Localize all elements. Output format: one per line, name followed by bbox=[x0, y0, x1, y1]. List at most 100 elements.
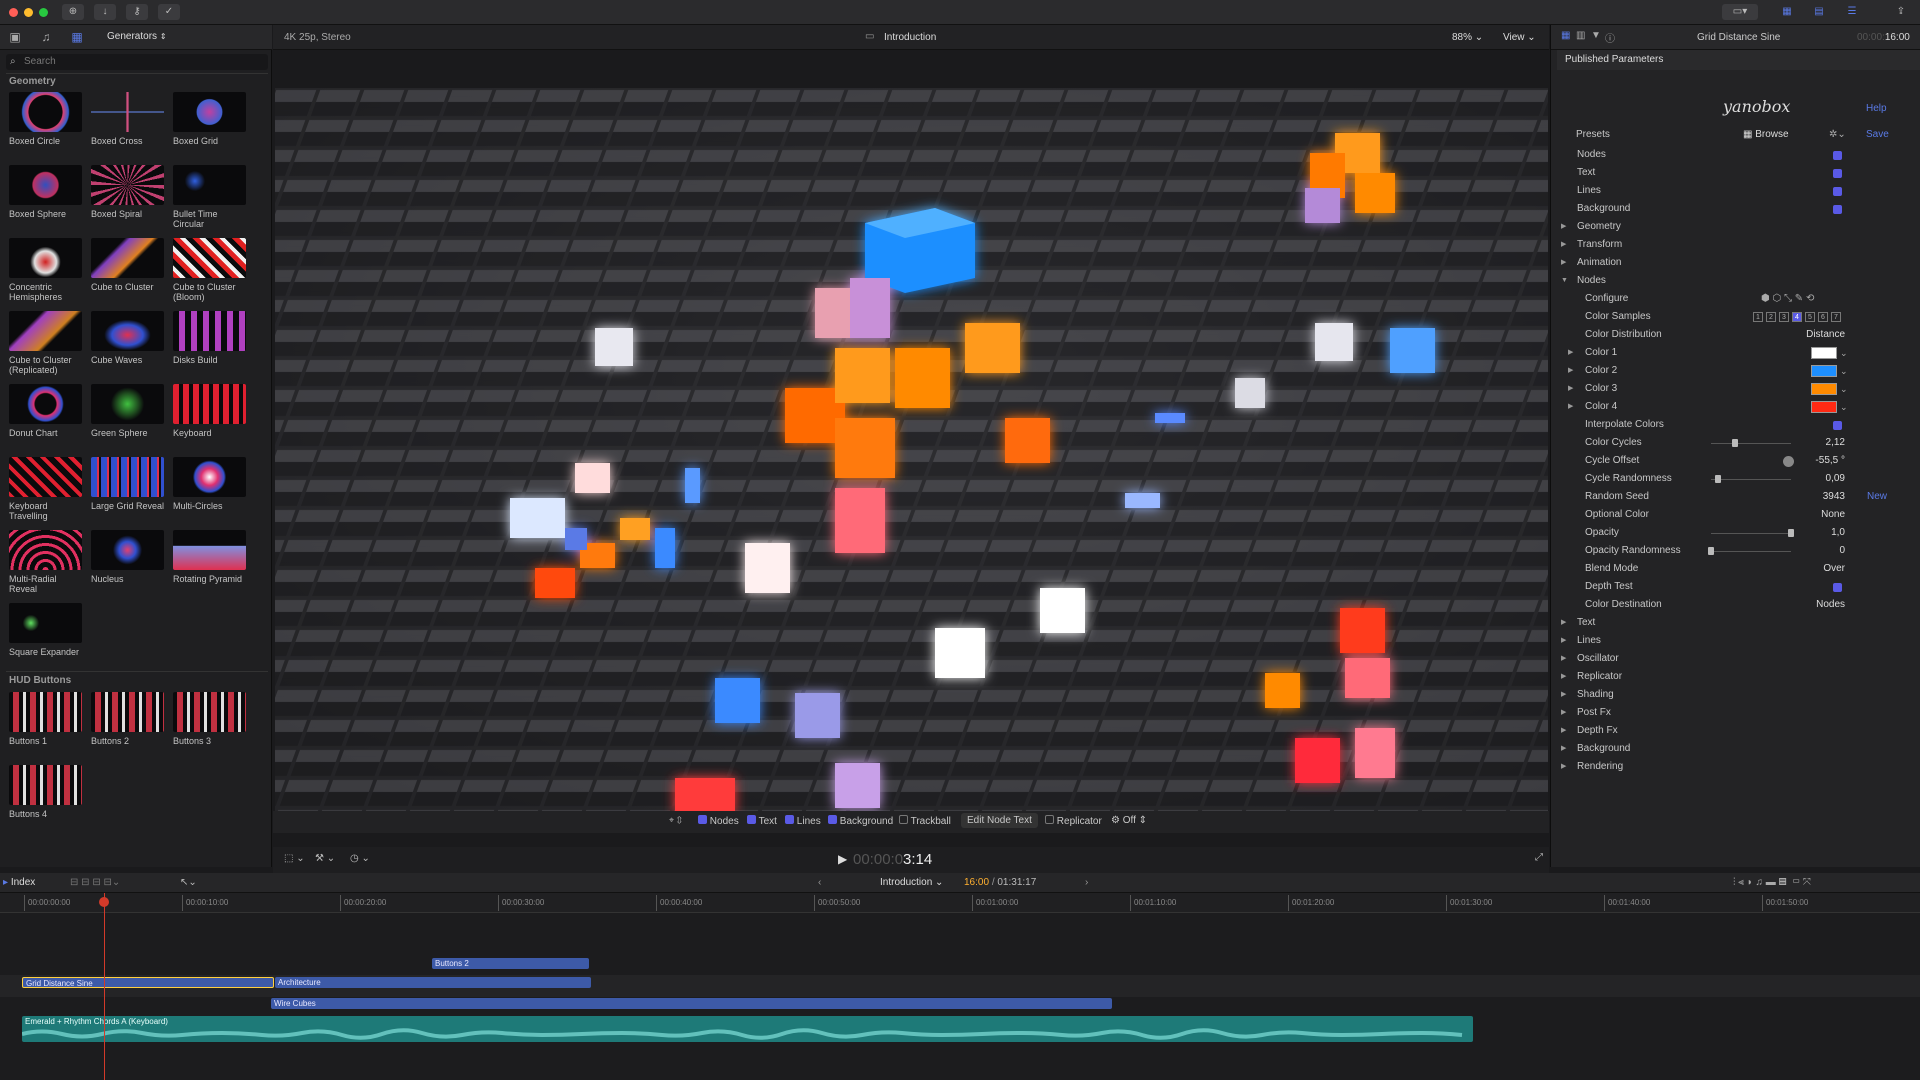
playhead-handle[interactable] bbox=[99, 897, 109, 907]
slider-knob[interactable] bbox=[1788, 529, 1794, 537]
color-swatch[interactable] bbox=[1811, 347, 1837, 359]
param-value[interactable]: 2,12 bbox=[1826, 434, 1845, 452]
param-g-background[interactable]: ▶ Background bbox=[1551, 740, 1920, 758]
color-sample-button[interactable]: 4 bbox=[1792, 312, 1802, 322]
generator-tile[interactable]: Cube to Cluster bbox=[91, 238, 167, 292]
chevron-down-icon[interactable]: ⌄ bbox=[1840, 362, 1848, 380]
generator-tile[interactable]: Boxed Cross bbox=[91, 92, 167, 146]
clip-buttons-2[interactable]: Buttons 2 bbox=[432, 958, 589, 969]
slider-track[interactable] bbox=[1711, 551, 1791, 552]
replicator-toggle[interactable]: Replicator bbox=[1045, 815, 1102, 827]
param-value[interactable]: 3943 bbox=[1823, 488, 1845, 506]
color-sample-button[interactable]: 3 bbox=[1779, 312, 1789, 322]
back-arrow-icon[interactable]: ‹ bbox=[818, 877, 821, 888]
disclosure-closed-icon[interactable]: ▶ bbox=[1561, 632, 1566, 650]
disclosure-closed-icon[interactable]: ▶ bbox=[1561, 236, 1566, 254]
disclosure-closed-icon[interactable]: ▶ bbox=[1561, 218, 1566, 236]
generator-tile[interactable]: Cube Waves bbox=[91, 311, 167, 365]
param-geometry[interactable]: ▶ Geometry bbox=[1551, 218, 1920, 236]
select-tool-icon[interactable]: ↖⌄ bbox=[180, 877, 197, 888]
param-color3[interactable]: ▶ Color 3 ⌄ bbox=[1551, 380, 1920, 398]
disclosure-closed-icon[interactable]: ▶ bbox=[1561, 254, 1566, 272]
checkmark-icon[interactable]: ✓ bbox=[158, 4, 180, 20]
enhance-tool-icon[interactable]: ⚒ ⌄ bbox=[315, 853, 335, 864]
param-value[interactable]: 1,0 bbox=[1831, 524, 1845, 542]
slider-track[interactable] bbox=[1711, 533, 1791, 534]
disclosure-closed-icon[interactable]: ▶ bbox=[1561, 614, 1566, 632]
param-transform[interactable]: ▶ Transform bbox=[1551, 236, 1920, 254]
slider-track[interactable] bbox=[1711, 443, 1791, 444]
view-menu[interactable]: View ⌄ bbox=[1503, 32, 1536, 43]
fullscreen-icon[interactable]: ⤢ bbox=[1535, 852, 1543, 863]
param-color1[interactable]: ▶ Color 1 ⌄ bbox=[1551, 344, 1920, 362]
generator-tile[interactable]: Multi-Circles bbox=[173, 457, 249, 511]
close-window-button[interactable] bbox=[9, 8, 18, 17]
generator-tile[interactable]: Large Grid Reveal bbox=[91, 457, 167, 511]
media-library-icon[interactable]: ▣ bbox=[7, 30, 23, 44]
param-value[interactable]: 0 bbox=[1839, 542, 1845, 560]
color-sample-button[interactable]: 2 bbox=[1766, 312, 1776, 322]
clip-wire-cubes[interactable]: Wire Cubes bbox=[271, 998, 1112, 1009]
checkbox[interactable] bbox=[1833, 151, 1842, 160]
param-nodes-group[interactable]: ▼ Nodes bbox=[1551, 272, 1920, 290]
generator-tile[interactable]: Green Sphere bbox=[91, 384, 167, 438]
edit-node-text-button[interactable]: Edit Node Text bbox=[961, 813, 1038, 828]
configure-tools-icons[interactable]: ⬢ ⬡ ⤡ ✎ ⟲ bbox=[1761, 290, 1814, 308]
disclosure-closed-icon[interactable]: ▶ bbox=[1561, 740, 1566, 758]
generator-tile[interactable]: Donut Chart bbox=[9, 384, 85, 438]
generator-tile[interactable]: Boxed Sphere bbox=[9, 165, 85, 219]
disclosure-closed-icon[interactable]: ▶ bbox=[1561, 650, 1566, 668]
generator-tile[interactable]: Boxed Grid bbox=[173, 92, 249, 146]
search-field[interactable]: ⌕ Search bbox=[6, 54, 268, 70]
slider-knob[interactable] bbox=[1732, 439, 1738, 447]
generator-tile[interactable]: Buttons 3 bbox=[173, 692, 249, 746]
color-sample-button[interactable]: 1 bbox=[1753, 312, 1763, 322]
param-g-postfx[interactable]: ▶ Post Fx bbox=[1551, 704, 1920, 722]
timeline-ruler[interactable]: 00:00:00:00 00:00:10:00 00:00:20:00 00:00:3… bbox=[0, 893, 1920, 913]
new-seed-button[interactable]: New bbox=[1867, 488, 1887, 506]
disclosure-closed-icon[interactable]: ▶ bbox=[1568, 362, 1573, 380]
generator-tile[interactable]: Rotating Pyramid bbox=[173, 530, 249, 584]
clip-audio[interactable]: Emerald + Rhythm Chords A (Keyboard) bbox=[22, 1016, 1473, 1042]
generator-tile[interactable]: Boxed Spiral bbox=[91, 165, 167, 219]
generator-tile[interactable]: Concentric Hemispheres bbox=[9, 238, 85, 302]
param-value[interactable]: 0,09 bbox=[1826, 470, 1845, 488]
disclosure-closed-icon[interactable]: ▶ bbox=[1561, 758, 1566, 776]
project-menu[interactable]: Introduction ⌄ bbox=[880, 877, 943, 888]
param-g-shading[interactable]: ▶ Shading bbox=[1551, 686, 1920, 704]
titles-generators-icon[interactable]: ▦ bbox=[69, 30, 85, 44]
color-swatch[interactable] bbox=[1811, 365, 1837, 377]
slider-knob[interactable] bbox=[1708, 547, 1714, 555]
color-swatch[interactable] bbox=[1811, 401, 1837, 413]
checkbox[interactable] bbox=[1833, 187, 1842, 196]
generators-dropdown[interactable]: Generators ⇕ bbox=[107, 31, 167, 42]
timeline-toggle-icon[interactable]: ▤ bbox=[1808, 4, 1830, 20]
zoom-menu[interactable]: 88% ⌄ bbox=[1452, 32, 1483, 43]
generator-tile[interactable]: Nucleus bbox=[91, 530, 167, 584]
text-toggle[interactable]: Text bbox=[747, 815, 777, 827]
import-icon[interactable]: ⊕ bbox=[62, 4, 84, 20]
generator-tile[interactable]: Cube to Cluster (Bloom) bbox=[173, 238, 249, 302]
clip-architecture[interactable]: Architecture bbox=[275, 977, 591, 988]
param-g-depthfx[interactable]: ▶ Depth Fx bbox=[1551, 722, 1920, 740]
chevron-down-icon[interactable]: ⌄ bbox=[1840, 398, 1848, 416]
generator-tile[interactable]: Bullet Time Circular bbox=[173, 165, 249, 229]
key-icon[interactable]: ⚷ bbox=[126, 4, 148, 20]
generator-tile[interactable]: Keyboard bbox=[173, 384, 249, 438]
color-sample-button[interactable]: 7 bbox=[1831, 312, 1841, 322]
color-sample-button[interactable]: 6 bbox=[1818, 312, 1828, 322]
param-animation[interactable]: ▶ Animation bbox=[1551, 254, 1920, 272]
checkbox[interactable] bbox=[1833, 583, 1842, 592]
param-g-text[interactable]: ▶ Text bbox=[1551, 614, 1920, 632]
param-color4[interactable]: ▶ Color 4 ⌄ bbox=[1551, 398, 1920, 416]
forward-arrow-icon[interactable]: › bbox=[1085, 877, 1088, 888]
timeline-tracks[interactable]: Buttons 2 Grid Distance Sine Architectur… bbox=[0, 893, 1920, 1080]
disclosure-closed-icon[interactable]: ▶ bbox=[1568, 398, 1573, 416]
disclosure-closed-icon[interactable]: ▶ bbox=[1568, 380, 1573, 398]
append-clip-icons[interactable]: ⊟ ⊟ ⊟ ⊟⌄ bbox=[70, 877, 120, 888]
generator-tile[interactable]: Buttons 1 bbox=[9, 692, 85, 746]
param-g-lines[interactable]: ▶ Lines bbox=[1551, 632, 1920, 650]
disclosure-closed-icon[interactable]: ▶ bbox=[1561, 704, 1566, 722]
angle-dial[interactable] bbox=[1783, 456, 1794, 467]
trackball-toggle[interactable]: Trackball bbox=[899, 815, 951, 827]
